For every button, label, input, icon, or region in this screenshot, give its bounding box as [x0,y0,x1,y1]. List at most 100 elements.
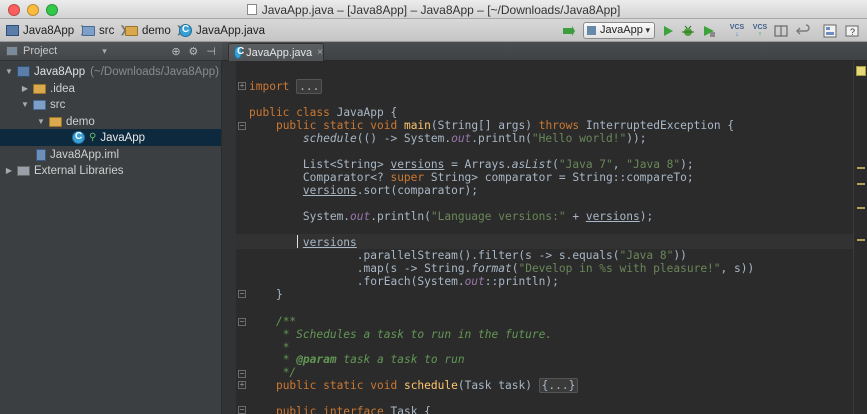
code-token: "Develop in %s with pleasure!" [518,262,721,275]
code-token: )); [626,132,647,145]
project-panel-title: Project [23,45,58,57]
warning-marker[interactable] [857,183,865,185]
source-folder-icon [33,99,46,110]
editor-gutter [222,61,236,414]
code-token: ); [680,158,694,171]
code-token: ); [639,210,654,223]
code-token: public interface [275,405,384,414]
code-token: , [612,158,627,171]
code-line-7: List<String> versions = Arrays.asList("J… [249,158,694,171]
fold-expand-icon[interactable]: + [238,381,246,389]
fold-collapse-icon[interactable]: − [238,370,246,378]
code-line-3: public class JavaApp { [249,106,397,119]
svg-text:?: ? [850,27,855,37]
run-configuration-select[interactable]: JavaApp ▾ [583,22,655,39]
help-icon[interactable]: ? [843,22,861,39]
expand-arrow-icon[interactable]: ▼ [36,117,46,126]
code-token: Task { [390,405,431,414]
inspection-status-icon[interactable] [856,66,866,76]
code-token: * Schedules a task to run in the future. [275,328,553,341]
close-tab-icon[interactable]: × [317,47,323,58]
code-token: , s)) [720,262,755,275]
debug-icon[interactable] [679,22,697,39]
fold-expand-icon[interactable]: + [238,82,246,90]
code-token: public static void [275,379,398,392]
hide-panel-icon[interactable]: ⊣ [206,45,216,58]
tab-label: JavaApp.java [246,46,313,59]
vcs-label: VCS [729,23,745,31]
code-token: "Java 8" [626,158,681,171]
code-token: public static void [275,119,398,132]
tab-javaapp[interactable]: JavaApp.java × [228,43,324,61]
breadcrumb-file[interactable]: JavaApp.java [179,23,265,38]
code-line-20: * Schedules a task to run in the future. [249,328,552,341]
project-view-selector[interactable]: Project ▾ [6,45,107,57]
project-panel-header: Project ▾ ⊕ ⚙ ⊣ [0,42,222,61]
tree-item-java8app[interactable]: ▼ Java8App (~/Downloads/Java8App) [0,63,221,80]
source-folder-icon [82,25,95,36]
code-token: JavaApp { [336,106,398,119]
code-token: + [565,210,586,223]
scroll-from-source-icon[interactable]: ⊕ [171,45,180,58]
gear-icon[interactable]: ⚙ [189,45,199,58]
tree-item-javaapp[interactable]: ⚲ JavaApp [0,129,221,146]
code-token: main [403,119,431,132]
coverage-icon[interactable] [700,22,718,39]
breadcrumb-demo[interactable]: demo❯ [125,23,184,38]
project-icon [6,46,18,56]
breadcrumb-label: demo [142,24,171,37]
code-token: versions [302,236,357,249]
vcs-update-icon[interactable]: VCS ↓ [728,22,746,39]
tree-item-demo[interactable]: ▼ demo [0,113,221,130]
code-token: asList [511,158,553,171]
error-stripe[interactable] [853,61,867,414]
code-token: .println( [471,132,532,145]
tree-item-label: Java8App [34,65,86,78]
code-editor[interactable]: + − − − − + − import ... public class Ja… [222,61,853,414]
tree-item-iml[interactable]: Java8App.iml [0,146,221,163]
fold-collapse-icon[interactable]: − [238,290,246,298]
code-token: (() -> System. [356,132,452,145]
tree-item-label: Java8App.iml [50,148,120,161]
warning-marker[interactable] [857,207,865,209]
folded-imports[interactable]: ... [296,79,323,94]
code-token: versions [585,210,640,223]
code-token: schedule [302,132,357,145]
code-token: schedule [403,379,458,392]
expand-arrow-icon[interactable]: ▼ [4,67,14,76]
breadcrumb-project[interactable]: Java8App❯ [6,23,88,38]
fold-collapse-icon[interactable]: − [238,318,246,326]
tree-item-external-libraries[interactable]: ▶ External Libraries [0,162,221,179]
vcs-label: VCS [752,23,768,31]
code-line-9: versions.sort(comparator); [249,184,478,197]
tree-item-src[interactable]: ▼ src [0,96,221,113]
collapse-arrow-icon[interactable]: ▶ [20,84,30,93]
vcs-commit-icon[interactable]: VCS ↑ [751,22,769,39]
folder-icon [33,83,46,94]
expand-arrow-icon[interactable]: ▼ [20,100,30,109]
code-token: .sort(comparator); [356,184,479,197]
warning-marker[interactable] [857,167,865,169]
collapse-arrow-icon[interactable]: ▶ [4,166,14,175]
tree-item-path: (~/Downloads/Java8App) [90,65,219,78]
project-tree: ▼ Java8App (~/Downloads/Java8App) ▶ .ide… [0,61,222,414]
fold-collapse-icon[interactable]: − [238,122,246,130]
lock-icon: ⚲ [89,132,97,143]
compare-icon[interactable] [772,22,790,39]
project-structure-icon[interactable] [821,22,839,39]
code-token: super [390,171,425,184]
window-title: JavaApp.java – [Java8App] – Java8App – [… [0,3,867,17]
breadcrumb-src[interactable]: src ❯ [82,23,128,38]
code-token: import [249,80,290,93]
build-icon[interactable] [560,22,578,39]
code-line-15: .map(s -> String.format("Develop in %s w… [249,262,754,275]
tree-item-idea[interactable]: ▶ .idea [0,80,221,97]
fold-collapse-icon[interactable]: − [238,406,246,414]
folded-method-body[interactable]: {...} [538,378,579,393]
warning-marker[interactable] [857,239,865,241]
run-icon[interactable] [659,22,677,39]
code-token: "Hello world!" [531,132,627,145]
code-line-22: * @param task a task to run [249,353,465,366]
revert-icon[interactable] [794,22,812,39]
run-config-icon [587,26,596,35]
